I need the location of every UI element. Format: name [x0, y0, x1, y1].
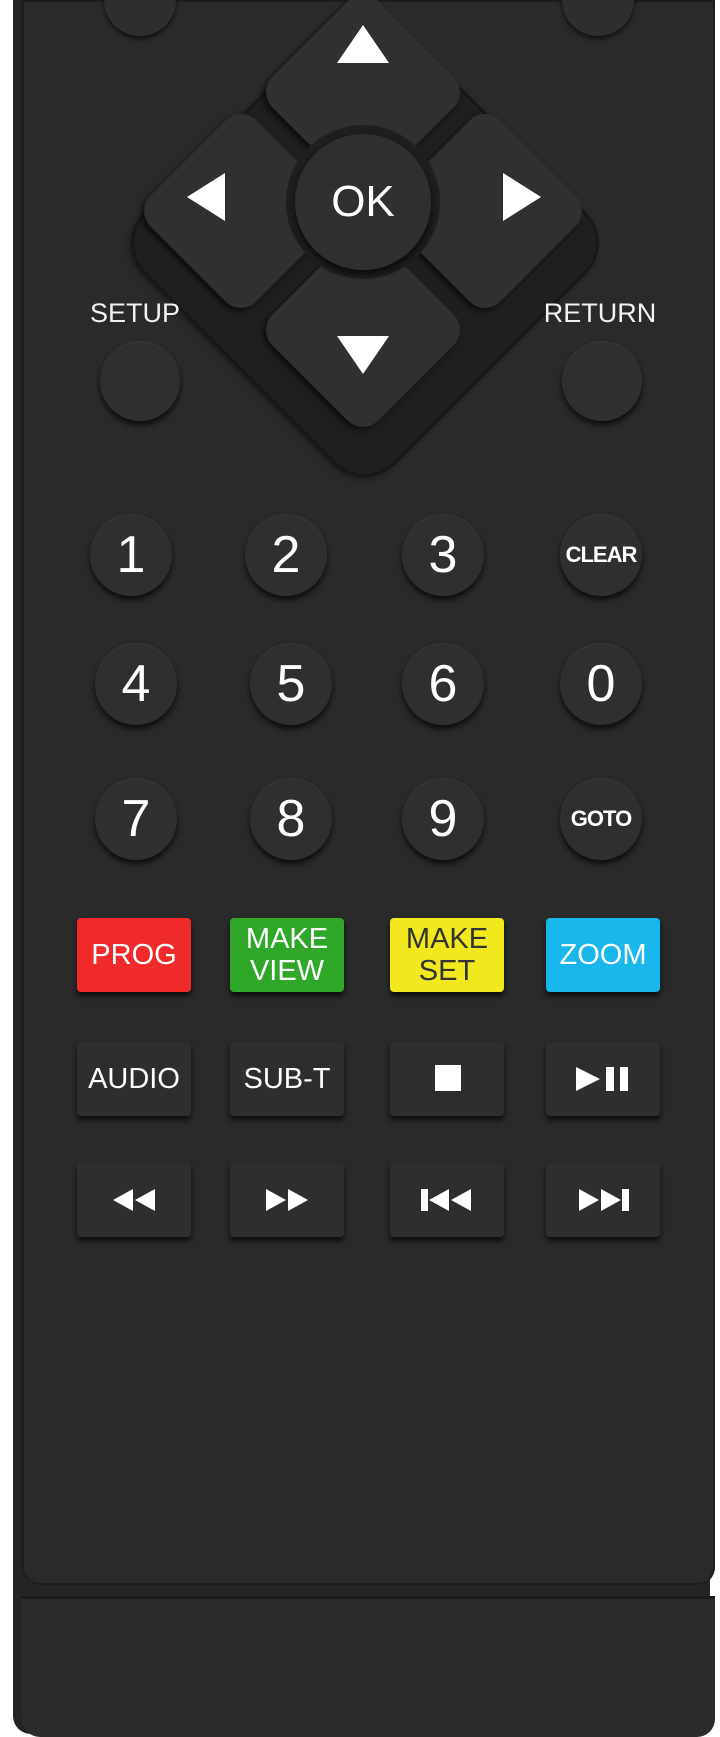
remote-bottom-band — [22, 1596, 715, 1737]
number-button-1[interactable]: 1 — [90, 514, 172, 596]
return-label: RETURN — [543, 298, 657, 328]
up-arrow-icon — [337, 25, 389, 63]
fast-forward-button[interactable] — [230, 1163, 344, 1237]
number-button-5[interactable]: 5 — [250, 643, 332, 725]
fast-forward-icon — [266, 1189, 308, 1211]
stop-button[interactable] — [390, 1042, 504, 1116]
stop-icon — [435, 1065, 461, 1091]
next-icon — [579, 1189, 629, 1211]
make-view-button[interactable]: MAKE VIEW — [230, 918, 344, 992]
goto-button[interactable]: GOTO — [560, 778, 642, 860]
audio-button[interactable]: AUDIO — [77, 1042, 191, 1116]
down-arrow-icon — [337, 336, 389, 374]
ok-button[interactable]: OK — [295, 134, 431, 270]
make-set-button[interactable]: MAKE SET — [390, 918, 504, 992]
previous-icon — [421, 1189, 471, 1211]
zoom-button[interactable]: ZOOM — [546, 918, 660, 992]
number-button-9[interactable]: 9 — [402, 778, 484, 860]
number-button-0[interactable]: 0 — [560, 643, 642, 725]
return-button[interactable] — [562, 341, 642, 421]
play-pause-button[interactable] — [546, 1042, 660, 1116]
number-button-8[interactable]: 8 — [250, 778, 332, 860]
setup-button[interactable] — [100, 341, 180, 421]
setup-label: SETUP — [89, 298, 181, 328]
next-button[interactable] — [546, 1163, 660, 1237]
prog-button[interactable]: PROG — [77, 918, 191, 992]
number-button-7[interactable]: 7 — [95, 778, 177, 860]
rewind-icon — [113, 1189, 155, 1211]
rewind-button[interactable] — [77, 1163, 191, 1237]
number-button-4[interactable]: 4 — [95, 643, 177, 725]
play-pause-icon — [576, 1067, 628, 1091]
left-arrow-icon — [187, 173, 225, 221]
previous-button[interactable] — [390, 1163, 504, 1237]
number-button-3[interactable]: 3 — [402, 514, 484, 596]
right-arrow-icon — [503, 173, 541, 221]
number-button-6[interactable]: 6 — [402, 643, 484, 725]
clear-button[interactable]: CLEAR — [560, 514, 642, 596]
number-button-2[interactable]: 2 — [245, 514, 327, 596]
subtitle-button[interactable]: SUB-T — [230, 1042, 344, 1116]
